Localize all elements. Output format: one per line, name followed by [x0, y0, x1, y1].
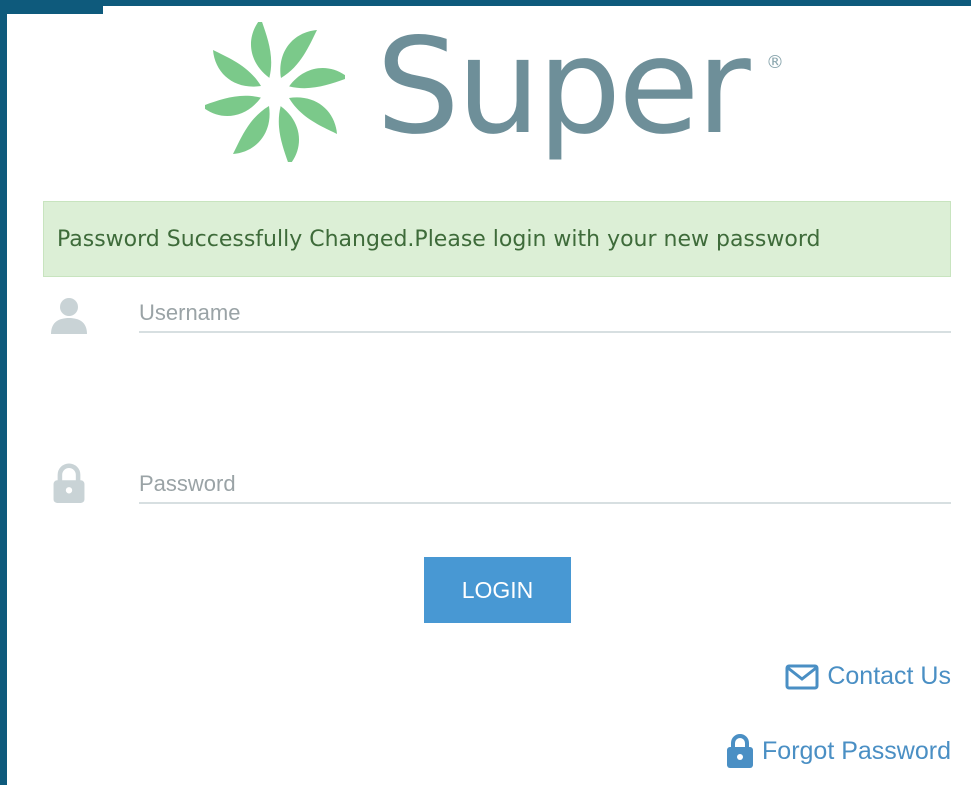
registered-mark: ® — [766, 52, 784, 73]
pinwheel-logo-icon — [205, 22, 345, 162]
envelope-icon — [785, 664, 819, 689]
contact-us-link[interactable]: Contact Us — [785, 662, 951, 691]
lock-icon — [53, 463, 85, 503]
success-alert: Password Successfully Changed.Please log… — [43, 201, 951, 277]
window-top-tab — [0, 0, 103, 14]
user-icon — [51, 298, 87, 334]
window-top-border — [0, 0, 971, 6]
brand-name: Super — [376, 10, 751, 164]
brand-logo: Super ® — [205, 12, 795, 172]
success-alert-message: Password Successfully Changed.Please log… — [57, 226, 821, 252]
contact-us-label: Contact Us — [827, 662, 951, 690]
login-button[interactable]: LOGIN — [424, 557, 571, 623]
lock-icon — [727, 734, 754, 768]
password-input[interactable] — [139, 466, 951, 504]
username-input[interactable] — [139, 295, 951, 333]
forgot-password-label: Forgot Password — [762, 736, 951, 765]
window-left-border — [0, 0, 7, 785]
forgot-password-link[interactable]: Forgot Password — [726, 733, 951, 769]
